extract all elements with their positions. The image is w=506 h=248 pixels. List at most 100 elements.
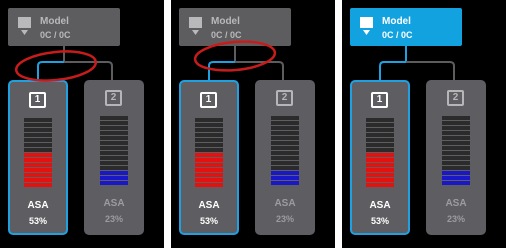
gauge-segment [100,136,128,140]
gauge-segment [195,158,223,162]
gauge-segment [100,166,128,170]
material-label: ASA [445,198,467,209]
gauge-segment [100,131,128,135]
material-label: ASA [198,200,220,211]
gauge-segment [442,161,470,165]
gauge-segment [271,146,299,150]
slot-2[interactable]: 2 ASA 23% [84,80,144,235]
gauge-segment [195,178,223,182]
gauge-segment [366,123,394,127]
material-label: ASA [274,198,296,209]
gauge-segment [366,183,394,187]
gauge-segment [442,136,470,140]
gauge-segment [442,176,470,180]
slot-number: 1 [29,92,46,108]
gauge-segment [195,168,223,172]
percent-label: 23% [446,214,465,224]
gauge-segment [366,158,394,162]
material-label: ASA [369,200,391,211]
gauge-segment [24,138,52,142]
gauge-segment [24,183,52,187]
gauge-segment [442,151,470,155]
fill-gauge [195,118,223,188]
gauge-segment [366,168,394,172]
gauge-segment [442,146,470,150]
slot-1[interactable]: 1 ASA 53% [350,80,410,235]
panel-3: Model 0C / 0C 1 ASA 53% 2 ASA 23% [342,0,506,248]
gauge-segment [366,133,394,137]
gauge-segment [366,163,394,167]
gauge-segment [271,161,299,165]
gauge-segment [24,128,52,132]
slot-1[interactable]: 1 ASA 53% [8,80,68,235]
gauge-segment [271,126,299,130]
gauge-segment [271,176,299,180]
gauge-segment [442,141,470,145]
gauge-segment [195,128,223,132]
slot-1[interactable]: 1 ASA 53% [179,80,239,235]
gauge-segment [271,166,299,170]
gauge-segment [271,181,299,185]
gauge-segment [442,116,470,120]
gauge-segment [24,173,52,177]
gauge-segment [195,138,223,142]
panel-2: Model 0C / 0C 1 ASA 53% 2 ASA 23% [171,0,335,248]
panel-1: Model 0C / 0C 1 ASA 53% 2 ASA 23% [0,0,164,248]
gauge-segment [24,153,52,157]
slot-number: 1 [371,92,388,108]
gauge-segment [100,146,128,150]
gauge-segment [271,141,299,145]
slot-number: 2 [276,90,293,106]
slot-number: 1 [200,92,217,108]
gauge-segment [100,141,128,145]
percent-label: 23% [104,214,123,224]
gauge-segment [271,121,299,125]
gauge-segment [100,116,128,120]
material-label: ASA [27,200,49,211]
gauge-segment [442,126,470,130]
fill-gauge [442,116,470,186]
gauge-segment [195,118,223,122]
gauge-segment [442,166,470,170]
gauge-segment [442,121,470,125]
gauge-segment [100,176,128,180]
gauge-segment [442,156,470,160]
gauge-segment [366,128,394,132]
gauge-segment [24,163,52,167]
gauge-segment [24,143,52,147]
gauge-segment [366,138,394,142]
gauge-segment [271,131,299,135]
gauge-segment [366,178,394,182]
gauge-segment [195,148,223,152]
gauge-segment [100,181,128,185]
slot-number: 2 [105,90,122,106]
gauge-segment [442,131,470,135]
gauge-segment [24,118,52,122]
gauge-segment [366,148,394,152]
gauge-segment [366,143,394,147]
fill-gauge [271,116,299,186]
slot-2[interactable]: 2 ASA 23% [426,80,486,235]
gauge-segment [24,123,52,127]
gauge-segment [24,158,52,162]
gauge-segment [100,156,128,160]
gauge-segment [195,183,223,187]
gauge-segment [271,156,299,160]
fill-gauge [24,118,52,188]
gauge-segment [100,171,128,175]
percent-label: 23% [275,214,294,224]
gauge-segment [271,151,299,155]
gauge-segment [24,148,52,152]
gauge-segment [366,118,394,122]
gauge-segment [366,173,394,177]
gauge-segment [100,161,128,165]
material-label: ASA [103,198,125,209]
gauge-segment [100,121,128,125]
gauge-segment [195,143,223,147]
gauge-segment [195,163,223,167]
slot-number: 2 [447,90,464,106]
slot-2[interactable]: 2 ASA 23% [255,80,315,235]
gauge-segment [442,171,470,175]
gauge-segment [271,136,299,140]
gauge-segment [24,168,52,172]
